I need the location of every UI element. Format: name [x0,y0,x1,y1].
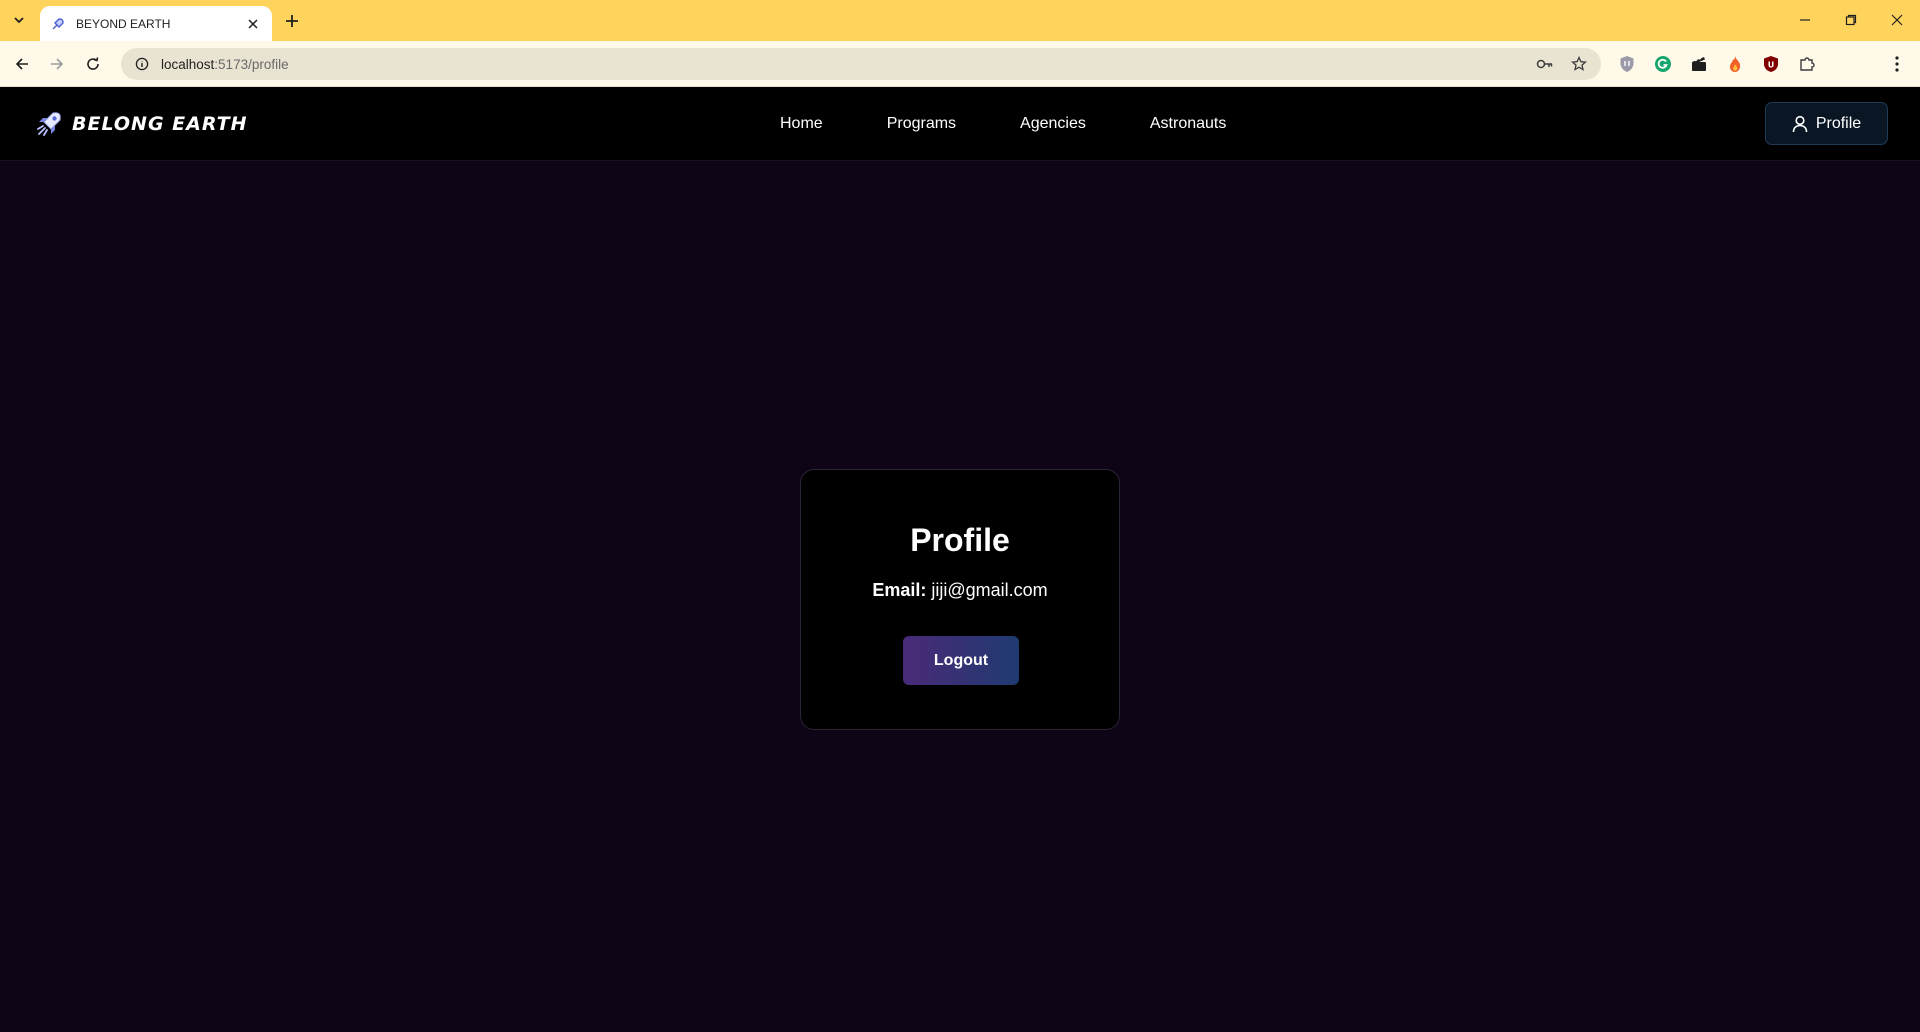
minimize-button[interactable] [1782,0,1828,40]
svg-text:U: U [1768,61,1775,70]
flame-extension-icon[interactable] [1722,51,1748,77]
restore-icon [1845,14,1857,26]
user-icon [1792,115,1808,132]
nav-link-astronauts[interactable]: Astronauts [1150,107,1226,141]
minimize-icon [1800,19,1810,21]
profile-email: Email: jiji@gmail.com [801,580,1119,601]
site-navbar: BELONG EARTH Home Programs Agencies Astr… [0,87,1920,161]
plus-icon [286,15,298,27]
grammarly-extension-icon[interactable] [1650,51,1676,77]
browser-tab[interactable]: BEYOND EARTH [40,6,272,41]
page-content: BELONG EARTH Home Programs Agencies Astr… [0,87,1920,1032]
address-bar[interactable]: localhost:5173/profile [121,48,1601,80]
profile-card: Profile Email: jiji@gmail.com Logout [800,469,1120,730]
profile-button[interactable]: Profile [1765,102,1888,145]
brand-logo[interactable]: BELONG EARTH [34,109,247,139]
puzzle-extensions-icon[interactable] [1794,51,1820,77]
arrow-left-icon [15,58,28,70]
browser-tabstrip: BEYOND EARTH [0,0,1920,41]
tab-list-button[interactable] [6,8,32,32]
ublock-extension-icon[interactable]: U [1758,51,1784,77]
nav-link-home[interactable]: Home [780,107,823,141]
email-value: jiji@gmail.com [931,580,1048,600]
key-icon[interactable] [1533,52,1557,76]
url-text: localhost:5173/profile [161,57,1533,72]
close-window-button[interactable] [1874,0,1920,40]
brand-name: BELONG EARTH [72,113,248,135]
url-host: localhost [161,56,215,72]
site-info-icon[interactable] [127,49,157,79]
reload-button[interactable] [78,49,108,79]
restore-button[interactable] [1828,0,1874,40]
arrow-right-icon [51,58,64,70]
new-tab-button[interactable] [280,9,304,33]
nav-link-agencies[interactable]: Agencies [1020,107,1086,141]
url-path: :5173/profile [214,56,289,72]
profile-button-label: Profile [1815,114,1862,132]
kebab-menu-icon[interactable] [1884,51,1910,77]
bookmark-star-icon[interactable] [1567,52,1591,76]
chevron-down-icon [14,17,24,24]
close-tab-icon[interactable] [244,15,262,33]
rocket-icon [34,109,64,139]
back-button[interactable] [7,49,37,79]
shield-extension-icon[interactable] [1614,51,1640,77]
rocket-favicon-icon [50,16,66,32]
forward-button[interactable] [42,49,72,79]
nav-link-programs[interactable]: Programs [887,107,956,141]
email-label: Email: [872,580,927,600]
tab-title: BEYOND EARTH [76,16,171,31]
clapperboard-extension-icon[interactable] [1686,51,1712,77]
logout-button[interactable]: Logout [903,636,1019,685]
browser-toolbar: localhost:5173/profile U J [0,41,1920,114]
reload-icon [87,57,99,70]
close-icon [1891,14,1903,26]
profile-card-title: Profile [910,522,1010,558]
main-nav: Home Programs Agencies Astronauts [760,87,1226,161]
